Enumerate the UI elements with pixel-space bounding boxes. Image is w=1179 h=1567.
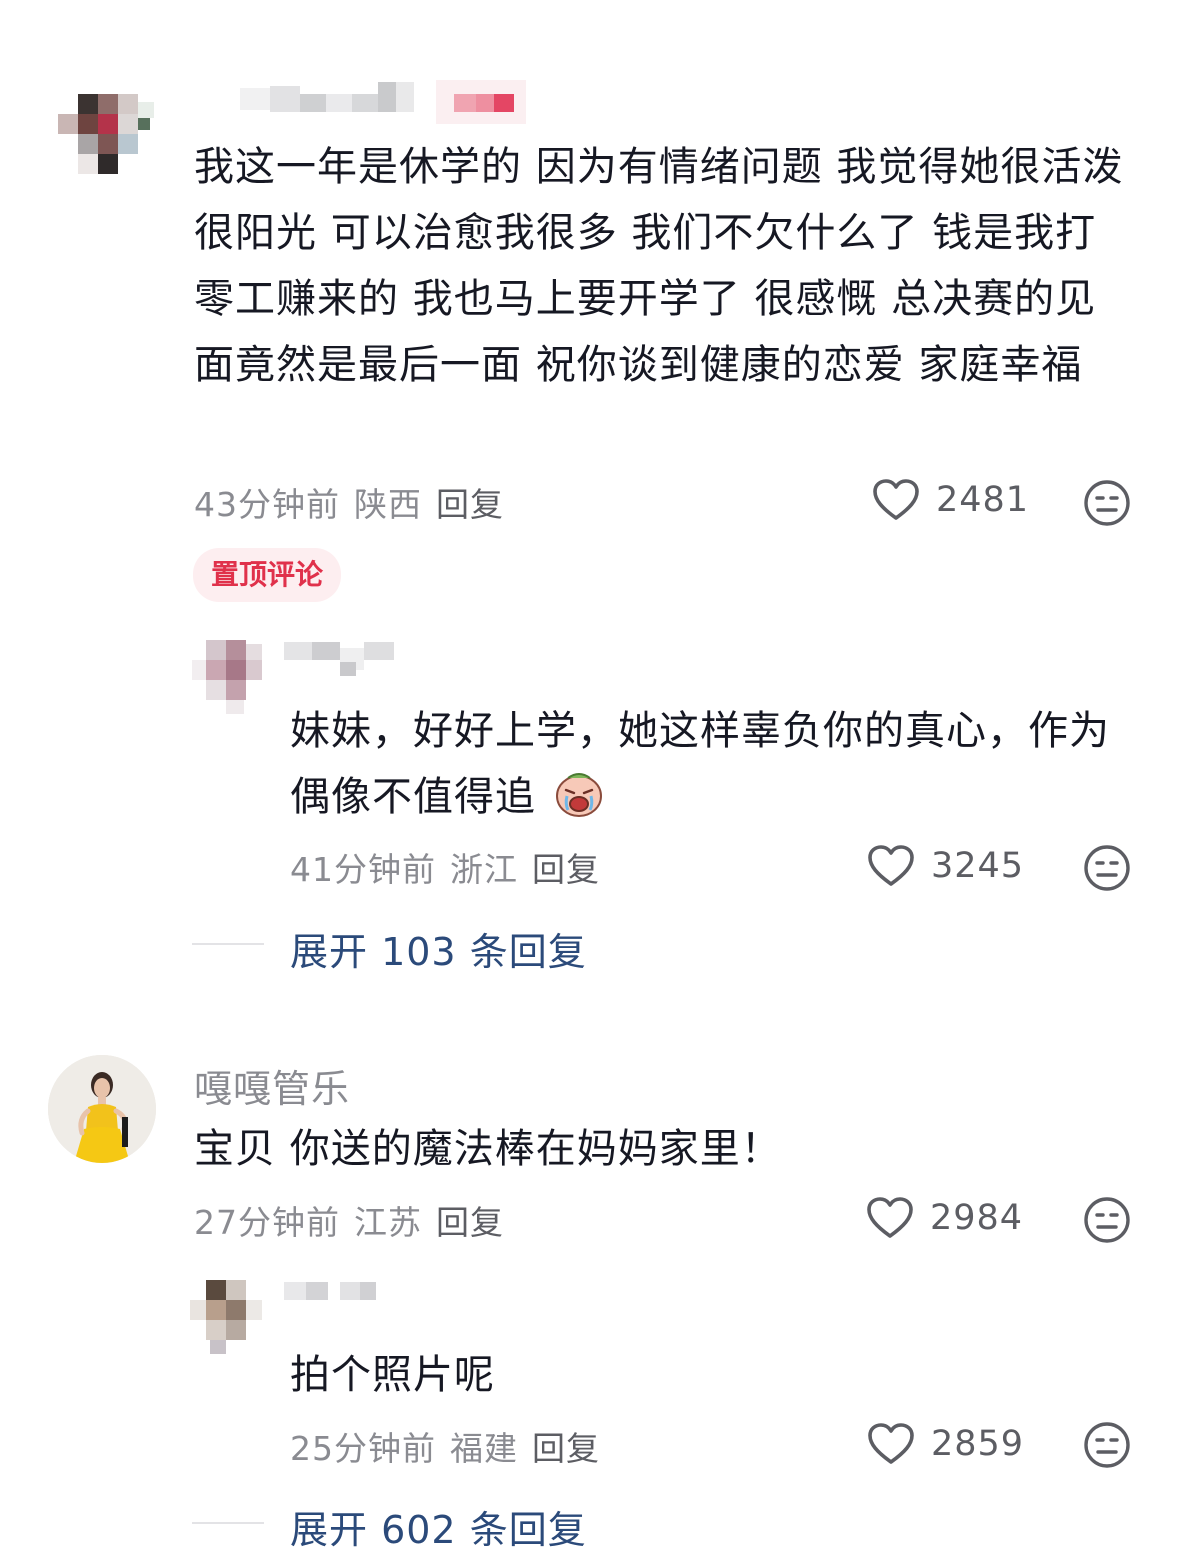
like-button[interactable]: 3245 [867, 844, 1024, 888]
expand-divider [192, 1522, 264, 1524]
reply-location: 福建 [450, 1429, 518, 1468]
reply-button[interactable]: 回复 [532, 850, 600, 889]
crying-face-emoji [555, 773, 602, 817]
like-button[interactable]: 2984 [866, 1196, 1023, 1240]
neutral-face-icon[interactable] [1083, 844, 1131, 892]
comment-time: 43分钟前 [194, 485, 340, 524]
like-button[interactable]: 2481 [872, 478, 1029, 522]
username[interactable]: 嘎嘎管乐 [194, 1058, 350, 1113]
like-count: 2984 [930, 1198, 1024, 1238]
avatar[interactable] [48, 1055, 156, 1163]
expand-divider [192, 943, 264, 945]
comment-text: 宝贝 你送的魔法棒在妈妈家里！ [194, 1126, 782, 1172]
comment-location: 陕西 [354, 485, 422, 524]
reply-text: 妹妹，好好上学，她这样辜负你的真心，作为偶像不值得追 [290, 708, 1110, 820]
like-count: 2481 [936, 480, 1030, 520]
reply-button[interactable]: 回复 [436, 485, 504, 524]
reply-avatar[interactable] [192, 640, 268, 716]
reply-meta: 25分钟前 福建 回复 [290, 1422, 614, 1470]
comment-text: 我这一年是休学的 因为有情绪问题 我觉得她很活泼很阳光 可以治愈我很多 我们不欠… [194, 144, 1124, 388]
like-count: 2859 [931, 1424, 1025, 1464]
heart-outline-icon [868, 845, 914, 886]
pinned-comment-badge: 置顶评论 [193, 548, 342, 602]
expand-replies-link[interactable]: 展开 602 条回复 [290, 1499, 587, 1554]
neutral-face-icon[interactable] [1083, 479, 1131, 527]
neutral-face-icon[interactable] [1083, 1421, 1131, 1469]
reply-meta: 41分钟前 浙江 回复 [290, 843, 614, 891]
comment-location: 江苏 [354, 1203, 422, 1242]
reply-username-blurred[interactable] [284, 640, 404, 680]
heart-outline-icon [868, 1423, 914, 1464]
reply-time: 41分钟前 [290, 850, 436, 889]
like-button[interactable]: 2859 [867, 1422, 1024, 1466]
reply-button[interactable]: 回复 [532, 1429, 600, 1468]
like-count: 3245 [931, 846, 1025, 886]
heart-outline-icon [873, 479, 919, 520]
comment-time: 27分钟前 [194, 1203, 340, 1242]
comment-meta: 27分钟前 江苏 回复 [194, 1196, 518, 1244]
user-badge-blurred [436, 80, 526, 124]
neutral-face-icon[interactable] [1083, 1196, 1131, 1244]
reply-button[interactable]: 回复 [436, 1203, 504, 1242]
comment-meta: 43分钟前 陕西 回复 [194, 478, 518, 526]
reply-time: 25分钟前 [290, 1429, 436, 1468]
expand-replies-link[interactable]: 展开 103 条回复 [290, 921, 587, 976]
avatar-photo [48, 1055, 156, 1163]
reply-text: 拍个照片呢 [290, 1352, 495, 1398]
reply-username-blurred[interactable] [284, 1282, 384, 1312]
heart-outline-icon [867, 1197, 913, 1238]
avatar[interactable] [58, 76, 158, 176]
reply-avatar[interactable] [190, 1280, 266, 1356]
reply-location: 浙江 [450, 850, 518, 889]
